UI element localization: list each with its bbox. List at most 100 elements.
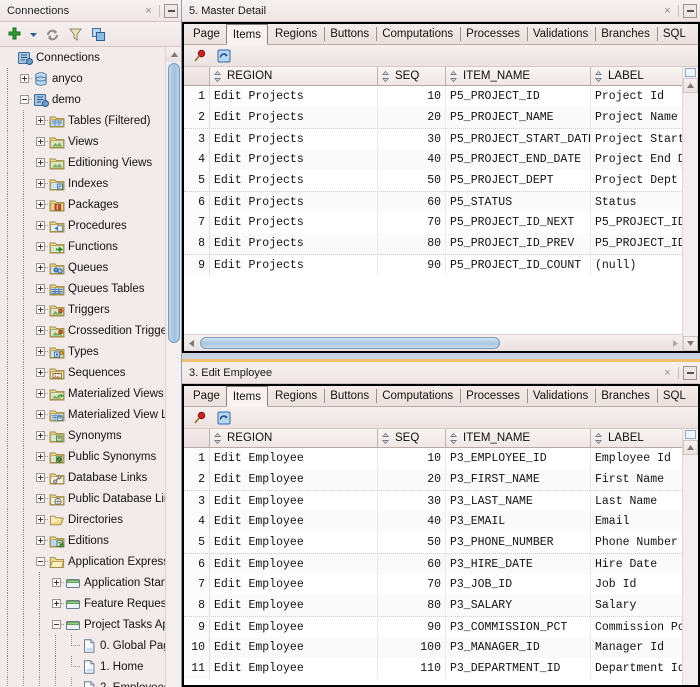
tab-items[interactable]: Items: [225, 24, 268, 45]
cell-region[interactable]: Edit Employee: [210, 469, 378, 490]
tree-item-types[interactable]: Types: [0, 341, 165, 362]
grid-row[interactable]: 9 Edit Projects 90 P5_PROJECT_ID_COUNT (null…: [184, 254, 682, 275]
close-icon[interactable]: ×: [661, 367, 674, 380]
cell-item_name[interactable]: P5_PROJECT_ID_NEXT: [446, 212, 591, 233]
tree-item-editions[interactable]: Editions: [0, 530, 165, 551]
tree-expander-plus-icon[interactable]: [32, 383, 48, 404]
cell-region[interactable]: Edit Employee: [210, 595, 378, 616]
cell-item_name[interactable]: P5_PROJECT_END_DATE: [446, 149, 591, 170]
cell-label[interactable]: Salary: [591, 595, 682, 616]
grid-header-item_name[interactable]: ITEM_NAME: [446, 429, 591, 447]
close-icon[interactable]: ×: [142, 5, 155, 18]
grid-row[interactable]: 1 Edit Employee 10 P3_EMPLOYEE_ID Employee I…: [184, 448, 682, 469]
new-connection-icon[interactable]: [4, 24, 24, 44]
tree-item-demo[interactable]: demo: [0, 89, 165, 110]
filter-icon[interactable]: [65, 24, 85, 44]
tree-item-tables-filtered[interactable]: Tables (Filtered): [0, 110, 165, 131]
grid-row[interactable]: 2 Edit Employee 20 P3_FIRST_NAME First Name: [184, 469, 682, 490]
cell-region[interactable]: Edit Employee: [210, 448, 378, 469]
tree-item-project-tasks-app[interactable]: Project Tasks App: [0, 614, 165, 635]
cell-seq[interactable]: 30: [378, 129, 446, 149]
cell-region[interactable]: Edit Projects: [210, 86, 378, 107]
cell-region[interactable]: Edit Projects: [210, 212, 378, 233]
tree-expander-plus-icon[interactable]: [32, 152, 48, 173]
tree-item-feature-requests[interactable]: Feature Requests: [0, 593, 165, 614]
cell-item_name[interactable]: P3_PHONE_NUMBER: [446, 532, 591, 553]
scroll-track[interactable]: [198, 335, 668, 352]
connections-tree[interactable]: Connections anyco demo Tables (Filtered) Vie…: [0, 47, 165, 687]
cell-seq[interactable]: 110: [378, 658, 446, 679]
tree-item-synonyms[interactable]: Synonyms: [0, 425, 165, 446]
tree-item-sequences[interactable]: 12 Sequences: [0, 362, 165, 383]
sort-indicator-icon[interactable]: [449, 432, 460, 445]
tab-page[interactable]: Page: [186, 386, 226, 406]
grid-row[interactable]: 7 Edit Employee 70 P3_JOB_ID Job Id: [184, 574, 682, 595]
grid-row[interactable]: 3 Edit Projects 30 P5_PROJECT_START_DATE Pro…: [184, 128, 682, 149]
grid-row[interactable]: 4 Edit Projects 40 P5_PROJECT_END_DATE Proje…: [184, 149, 682, 170]
cell-item_name[interactable]: P3_EMPLOYEE_ID: [446, 448, 591, 469]
grid-row[interactable]: 8 Edit Employee 80 P3_SALARY Salary: [184, 595, 682, 616]
cell-seq[interactable]: 90: [378, 617, 446, 637]
sort-indicator-icon[interactable]: [213, 432, 224, 445]
cell-label[interactable]: Project Start: [591, 129, 682, 149]
scroll-split-box[interactable]: [685, 68, 696, 77]
sort-indicator-icon[interactable]: [381, 432, 392, 445]
tree-item-queues-tables[interactable]: Queues Tables: [0, 278, 165, 299]
cell-label[interactable]: P5_PROJECT_ID: [591, 233, 682, 254]
tab-computations[interactable]: Computations: [375, 24, 459, 44]
sort-indicator-icon[interactable]: [381, 70, 392, 83]
tree-item-editioning-views[interactable]: Editioning Views: [0, 152, 165, 173]
pin-icon[interactable]: [190, 408, 210, 428]
cell-region[interactable]: Edit Projects: [210, 233, 378, 254]
cell-seq[interactable]: 40: [378, 149, 446, 170]
tree-expander-plus-icon[interactable]: [32, 320, 48, 341]
tab-computations[interactable]: Computations: [375, 386, 459, 406]
grid-rows[interactable]: 1 Edit Employee 10 P3_EMPLOYEE_ID Employee I…: [184, 448, 682, 685]
cell-label[interactable]: Commission Pc: [591, 617, 682, 637]
grid-header-label[interactable]: LABEL: [591, 67, 682, 85]
grid-row[interactable]: 11 Edit Employee 110 P3_DEPARTMENT_ID Depart…: [184, 658, 682, 679]
grid-header-row[interactable]: REGION SEQ ITEM_NAME LABEL: [184, 429, 682, 448]
cell-seq[interactable]: 70: [378, 212, 446, 233]
tree-item-public-synonyms[interactable]: Public Synonyms: [0, 446, 165, 467]
tree-expander-plus-icon[interactable]: [32, 446, 48, 467]
tree-expander-plus-icon[interactable]: [32, 362, 48, 383]
grid-row[interactable]: 9 Edit Employee 90 P3_COMMISSION_PCT Commiss…: [184, 616, 682, 637]
grid-header-region[interactable]: REGION: [210, 429, 378, 447]
tab-validations[interactable]: Validations: [526, 24, 594, 44]
tree-expander-plus-icon[interactable]: [32, 194, 48, 215]
cell-seq[interactable]: 10: [378, 86, 446, 107]
cell-region[interactable]: Edit Projects: [210, 129, 378, 149]
grid-row[interactable]: 5 Edit Projects 50 P5_PROJECT_DEPT Project D…: [184, 170, 682, 191]
tree-expander-plus-icon[interactable]: [48, 572, 64, 593]
cell-region[interactable]: Edit Employee: [210, 574, 378, 595]
cell-seq[interactable]: 60: [378, 192, 446, 212]
cell-seq[interactable]: 30: [378, 491, 446, 511]
pane-splitter[interactable]: [182, 353, 700, 359]
tab-processes[interactable]: Processes: [459, 386, 526, 406]
connections-tree-scrollbar[interactable]: [165, 47, 181, 687]
tree-item-application-express[interactable]: Application Express: [0, 551, 165, 572]
tree-item-materialized-view-logs[interactable]: Materialized View Logs: [0, 404, 165, 425]
sort-indicator-icon[interactable]: [449, 70, 460, 83]
tree-item-connections[interactable]: Connections: [0, 47, 165, 68]
cell-item_name[interactable]: P3_FIRST_NAME: [446, 469, 591, 490]
tree-item-functions[interactable]: Functions: [0, 236, 165, 257]
grid-vertical-scrollbar[interactable]: [682, 429, 698, 685]
tree-expander-plus-icon[interactable]: [48, 593, 64, 614]
minimize-icon[interactable]: [164, 4, 178, 18]
cell-item_name[interactable]: P3_DEPARTMENT_ID: [446, 658, 591, 679]
cell-label[interactable]: Manager Id: [591, 637, 682, 658]
grid-row[interactable]: 5 Edit Employee 50 P3_PHONE_NUMBER Phone Num…: [184, 532, 682, 553]
pane-tabbar[interactable]: Page Items Regions Buttons Computations Proce…: [184, 24, 698, 45]
tree-expander-plus-icon[interactable]: [32, 131, 48, 152]
scrollbar-thumb[interactable]: [168, 63, 180, 343]
grid-row[interactable]: 6 Edit Employee 60 P3_HIRE_DATE Hire Date: [184, 553, 682, 574]
cell-region[interactable]: Edit Employee: [210, 554, 378, 574]
scrollbar-thumb[interactable]: [200, 336, 500, 349]
cell-region[interactable]: Edit Projects: [210, 192, 378, 212]
cell-region[interactable]: Edit Employee: [210, 532, 378, 553]
cell-label[interactable]: Status: [591, 192, 682, 212]
tree-item-2-employees[interactable]: 2. Employees: [0, 677, 165, 687]
grid-row[interactable]: 10 Edit Employee 100 P3_MANAGER_ID Manager I…: [184, 637, 682, 658]
